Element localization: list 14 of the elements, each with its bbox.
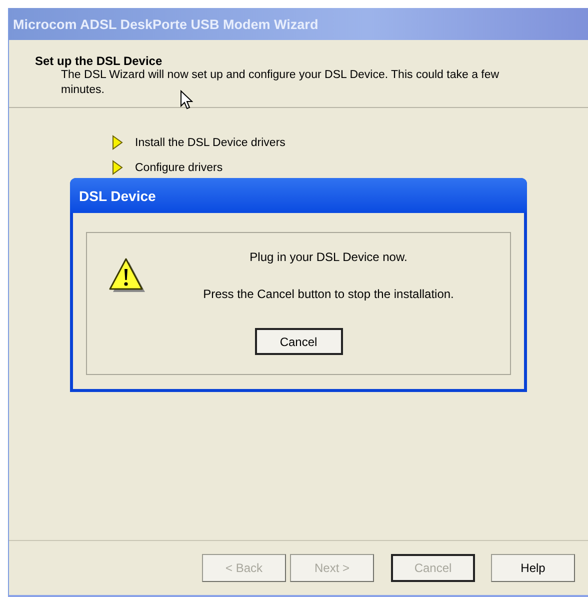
cancel-button[interactable]: Cancel [254,328,342,355]
dialog-title: DSL Device [79,188,156,204]
dialog-note: Press the Cancel button to stop the installation. [203,287,454,301]
window-title: Microcom ADSL DeskPorte USB Modem Wizard [13,16,318,32]
arrow-icon [112,160,123,175]
dialog-message: Plug in your DSL Device now. [250,250,408,264]
page-heading: Set up the DSL Device [35,54,164,68]
step-label: Install the DSL Device drivers [135,136,286,148]
step-label: Configure drivers [135,162,223,174]
wizard-button[interactable]: Help [491,554,575,582]
warning-icon [107,257,147,295]
page-description: The DSL Wizard will now set up and configure your DSL Device. This could take a few minutes. [60,68,500,98]
cursor-icon [180,90,193,110]
arrow-icon [112,135,123,150]
